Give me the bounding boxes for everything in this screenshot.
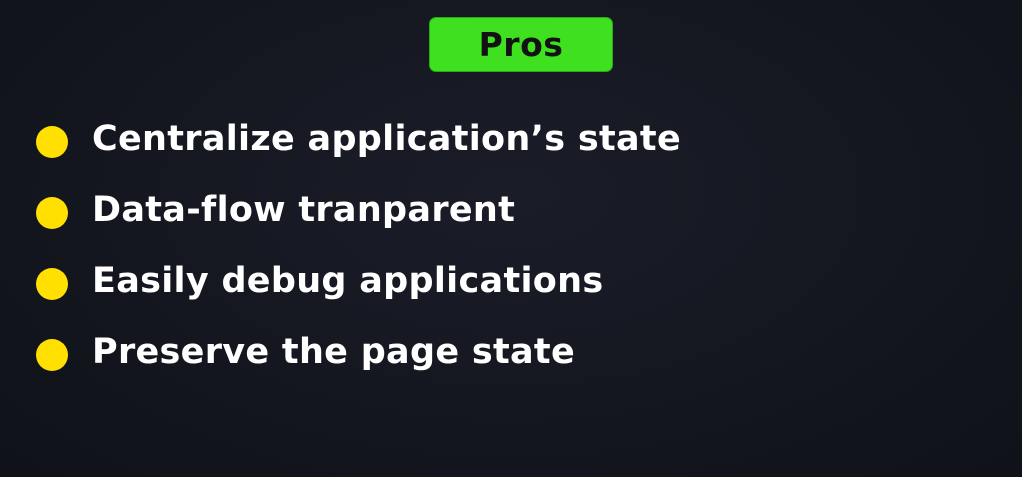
bullet-dot-icon <box>36 125 68 158</box>
slide: Pros Centralize application’s state Data… <box>0 0 1022 477</box>
bullet-dot-icon <box>36 267 68 300</box>
list-item-label: Centralize application’s state <box>92 119 681 159</box>
list-item: Easily debug applications <box>36 248 681 319</box>
list-item: Preserve the page state <box>36 319 681 390</box>
list-item: Data-flow tranparent <box>36 177 681 248</box>
bullet-dot-icon <box>36 196 68 229</box>
list-item-label: Data-flow tranparent <box>92 190 516 230</box>
pros-badge-label: Pros <box>478 24 564 64</box>
bullet-dot-icon <box>36 338 68 371</box>
list-item-label: Easily debug applications <box>92 261 604 301</box>
pros-list: Centralize application’s state Data-flow… <box>36 106 681 390</box>
list-item: Centralize application’s state <box>36 106 681 177</box>
list-item-label: Preserve the page state <box>92 332 575 372</box>
pros-badge: Pros <box>429 17 613 72</box>
